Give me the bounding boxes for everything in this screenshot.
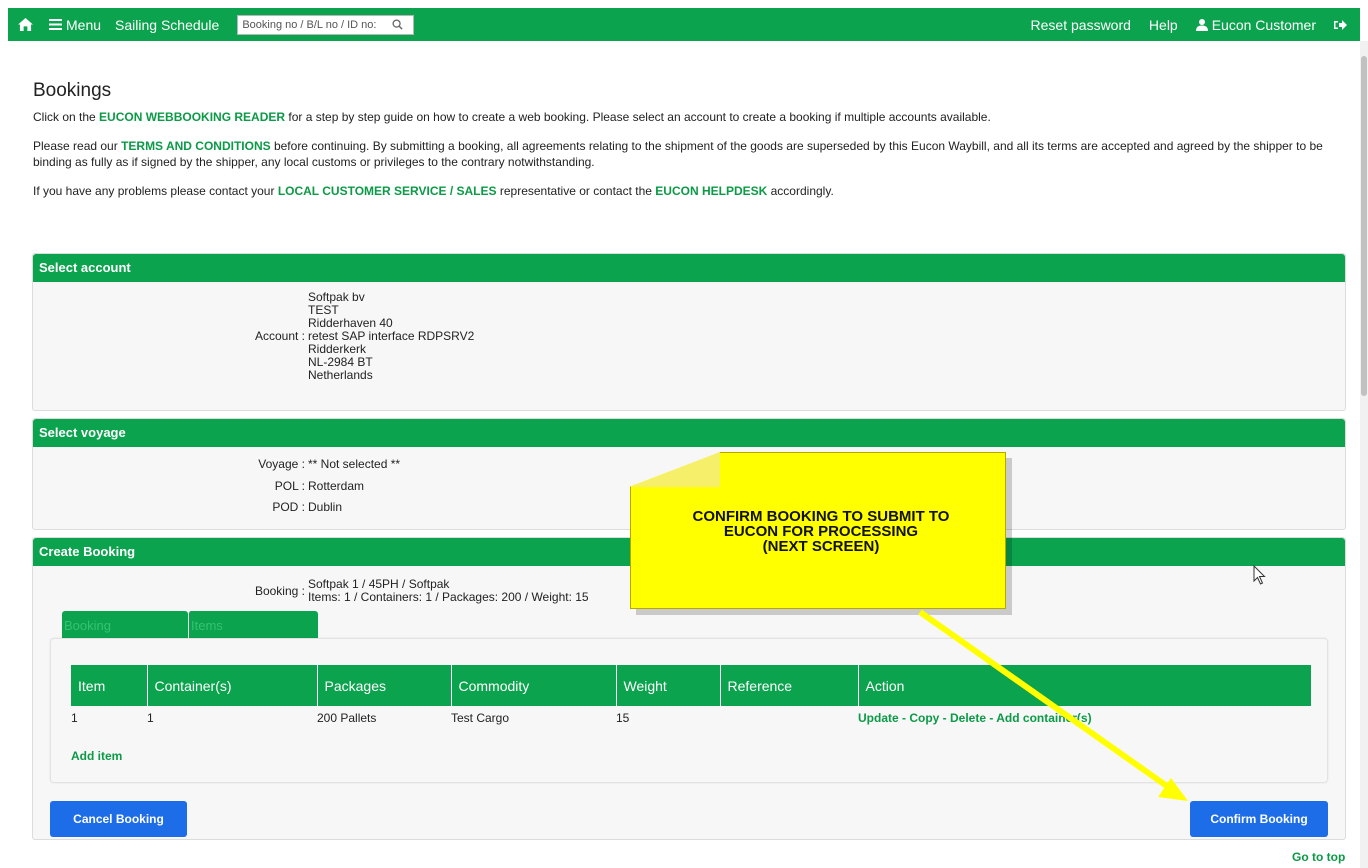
items-table: Item Container(s) Packages Commodity Wei… <box>71 665 1311 728</box>
terms-link[interactable]: TERMS AND CONDITIONS <box>121 139 271 153</box>
search-input[interactable] <box>242 18 393 31</box>
intro-section: Bookings Click on the EUCON WEBBOOKING R… <box>33 80 1343 212</box>
pol-row: POL : Rotterdam <box>274 479 365 493</box>
table-row: 1 1 200 Pallets Test Cargo 15 Update - C… <box>71 706 1311 728</box>
col-weight: Weight <box>616 665 721 706</box>
col-commodity: Commodity <box>451 665 617 706</box>
voyage-value[interactable]: ** Not selected ** <box>308 458 400 471</box>
table-header-row: Item Container(s) Packages Commodity Wei… <box>71 665 1311 706</box>
select-account-header: Select account <box>33 254 1345 282</box>
col-item: Item <box>71 665 148 706</box>
callout-fold <box>630 452 720 487</box>
mouse-cursor-icon <box>1253 565 1266 585</box>
intro-paragraph-1: Click on the EUCON WEBBOOKING READER for… <box>33 110 991 124</box>
go-to-top-link[interactable]: Go to top <box>1292 850 1345 864</box>
col-action: Action <box>858 665 1311 706</box>
pod-value: Dublin <box>308 500 343 514</box>
helpdesk-link[interactable]: EUCON HELPDESK <box>655 184 767 198</box>
scrollbar-thumb[interactable] <box>1361 56 1367 396</box>
search-box <box>237 14 415 35</box>
tab-booking[interactable]: Booking <box>62 611 188 639</box>
help-link[interactable]: Help <box>1140 17 1187 33</box>
logout-icon <box>1334 19 1347 30</box>
intro-paragraph-2: Please read our TERMS AND CONDITIONS bef… <box>33 139 1323 169</box>
logout-button[interactable] <box>1325 19 1356 31</box>
voyage-row: Voyage : ** Not selected ** <box>258 457 401 471</box>
nav-right: Reset password Help Eucon Customer <box>1022 17 1360 33</box>
select-voyage-header: Select voyage <box>33 419 1345 447</box>
reset-password-link[interactable]: Reset password <box>1022 17 1140 33</box>
customer-service-link[interactable]: LOCAL CUSTOMER SERVICE / SALES <box>278 184 497 198</box>
page-title: Bookings <box>33 80 112 101</box>
col-reference: Reference <box>720 665 859 706</box>
callout-text: CONFIRM BOOKING TO SUBMIT TO EUCON FOR P… <box>692 508 950 555</box>
booking-tabs: Booking Items <box>62 611 318 639</box>
pol-value: Rotterdam <box>308 479 365 493</box>
search-icon[interactable] <box>392 19 403 30</box>
annotation-callout: CONFIRM BOOKING TO SUBMIT TO EUCON FOR P… <box>630 452 1012 615</box>
user-menu[interactable]: Eucon Customer <box>1187 17 1325 33</box>
col-containers: Container(s) <box>147 665 318 706</box>
booking-summary: Softpak 1 / 45PH / Softpak Items: 1 / Co… <box>308 577 589 604</box>
menu-button[interactable]: Menu <box>39 17 107 33</box>
select-account-panel: Select account Account : Softpak bv TEST… <box>32 253 1346 411</box>
user-icon <box>1195 18 1208 31</box>
user-name: Eucon Customer <box>1211 16 1316 33</box>
items-well: Item Container(s) Packages Commodity Wei… <box>50 638 1328 783</box>
account-address[interactable]: Softpak bv TEST Ridderhaven 40 retest SA… <box>308 291 474 382</box>
tab-items[interactable]: Items <box>188 611 318 639</box>
col-packages: Packages <box>317 665 452 706</box>
webbooking-reader-link[interactable]: EUCON WEBBOOKING READER <box>99 110 285 124</box>
cancel-booking-button[interactable]: Cancel Booking <box>50 801 187 837</box>
home-icon <box>18 18 33 31</box>
booking-row: Booking : Softpak 1 / 45PH / Softpak Ite… <box>254 577 589 604</box>
intro-paragraph-3: If you have any problems please contact … <box>33 184 834 198</box>
row-actions[interactable]: Update - Copy - Delete - Add container(s… <box>858 706 1311 728</box>
pod-row: POD : Dublin <box>272 500 343 514</box>
home-link[interactable] <box>8 18 39 31</box>
account-row: Account : Softpak bv TEST Ridderhaven 40… <box>254 290 475 382</box>
menu-label: Menu <box>66 16 102 33</box>
top-navbar: Menu Sailing Schedule Reset password Hel… <box>8 8 1360 41</box>
add-item-link[interactable]: Add item <box>71 749 122 763</box>
sailing-schedule-link[interactable]: Sailing Schedule <box>107 17 225 33</box>
hamburger-icon <box>49 19 62 30</box>
confirm-booking-button[interactable]: Confirm Booking <box>1190 801 1328 837</box>
